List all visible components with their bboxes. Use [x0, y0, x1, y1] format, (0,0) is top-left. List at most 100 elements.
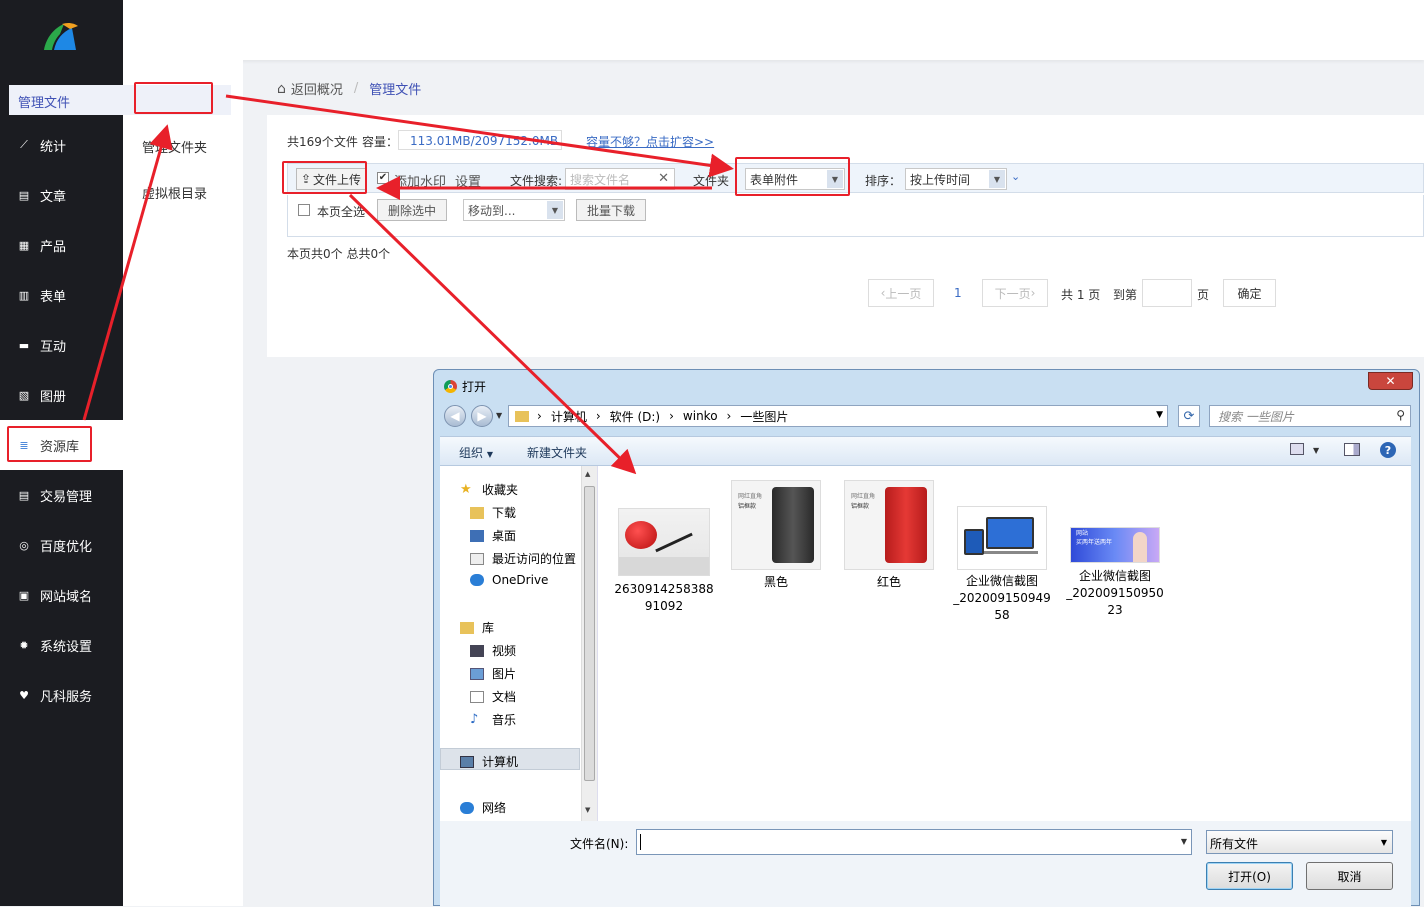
back-arrow-icon[interactable]: ◀ — [444, 405, 466, 427]
file-search-input[interactable]: 搜索文件名 ✕ — [565, 168, 675, 190]
refresh-icon[interactable]: ⟳ — [1178, 405, 1200, 427]
sidebar-item-trade[interactable]: ▤ 交易管理 — [0, 477, 123, 513]
path-segment[interactable]: 一些图片 — [740, 408, 788, 425]
preview-pane-icon[interactable] — [1344, 443, 1360, 456]
address-dropdown-icon[interactable]: ▼ — [1156, 410, 1163, 420]
help-icon[interactable]: ? — [1380, 442, 1396, 458]
subnav-manage-folders[interactable]: 管理文件夹 — [142, 137, 207, 156]
tree-scrollbar[interactable]: ▲ ▼ — [581, 466, 597, 821]
subnav-virtual-root[interactable]: 虚拟根目录 — [142, 183, 207, 202]
computer-icon — [460, 755, 474, 768]
navigation-tree: ★ 收藏夹 下载 桌面 最近访问的位置 OneDrive 库 视频 图片 文档 ♪… — [440, 466, 598, 821]
current-page[interactable]: 1 — [954, 286, 962, 300]
tree-downloads[interactable]: 下载 — [470, 504, 516, 521]
scroll-up-icon[interactable]: ▲ — [585, 470, 590, 478]
tree-documents[interactable]: 文档 — [470, 688, 516, 705]
tree-computer[interactable]: 计算机 — [460, 753, 518, 770]
sidebar-item-service[interactable]: ♥ 凡科服务 — [0, 677, 123, 713]
move-to-select[interactable]: 移动到... ▼ — [463, 199, 565, 221]
sidebar-item-forms[interactable]: ▥ 表单 — [0, 277, 123, 313]
sort-select[interactable]: 按上传时间 ▼ — [905, 168, 1007, 190]
file-item[interactable]: 2630914258388 91092 — [614, 508, 719, 615]
path-segment[interactable]: 计算机 — [551, 408, 587, 425]
sidebar-item-label: 网站域名 — [40, 589, 93, 605]
view-options-icon[interactable] — [1290, 443, 1304, 455]
watermark-checkbox[interactable]: ✔ — [377, 172, 389, 184]
video-icon — [470, 644, 484, 657]
sidebar-item-articles[interactable]: ▤ 文章 — [0, 177, 123, 213]
filetype-select[interactable]: 所有文件 ▼ — [1206, 830, 1393, 854]
tree-videos[interactable]: 视频 — [470, 642, 516, 659]
tree-music[interactable]: ♪ 音乐 — [470, 711, 516, 728]
goto-confirm-button[interactable]: 确定 — [1223, 279, 1276, 307]
history-dropdown-icon[interactable]: ▼ — [496, 411, 502, 420]
new-folder-button[interactable]: 新建文件夹 — [527, 444, 587, 461]
cancel-button[interactable]: 取消 — [1306, 862, 1393, 890]
tree-library[interactable]: 库 — [460, 619, 494, 636]
chevron-down-icon: ▼ — [989, 170, 1005, 188]
logo-icon[interactable] — [40, 20, 80, 54]
next-label: 下一页 — [994, 286, 1031, 301]
grid-icon: ▦ — [18, 238, 30, 252]
forward-arrow-icon[interactable]: ▶ — [471, 405, 493, 427]
scrollbar-thumb[interactable] — [584, 486, 595, 781]
next-page-button[interactable]: 下一页 › — [982, 279, 1048, 307]
sidebar-item-album[interactable]: ▧ 图册 — [0, 377, 123, 413]
goto-page-input[interactable] — [1142, 279, 1192, 307]
scroll-down-icon[interactable]: ▼ — [585, 806, 590, 814]
sidebar-item-stats[interactable]: ⟋ 统计 — [0, 127, 123, 163]
annotation-box — [7, 426, 92, 462]
page-stats: 本页共0个 总共0个 — [287, 247, 391, 261]
address-bar[interactable]: › 计算机 › 软件 (D:) › winko › 一些图片 ▼ — [508, 405, 1168, 427]
sort-direction-icon[interactable]: ⌄ — [1011, 170, 1020, 183]
sort-value: 按上传时间 — [910, 172, 971, 187]
path-segment[interactable]: winko — [683, 409, 718, 423]
file-item[interactable]: 网站 买两年送两年 企业微信截图 _202009150950 23 — [1066, 527, 1170, 619]
watermark-settings-link[interactable]: 设置 — [455, 171, 481, 190]
open-button[interactable]: 打开(O) — [1206, 862, 1293, 890]
sidebar-item-seo[interactable]: ◎ 百度优化 — [0, 527, 123, 563]
batch-download-button[interactable]: 批量下载 — [576, 199, 646, 221]
view-dropdown-icon[interactable]: ▼ — [1313, 446, 1319, 455]
organize-menu[interactable]: 组织 ▼ — [459, 444, 493, 461]
sidebar-item-interaction[interactable]: ▬ 互动 — [0, 327, 123, 363]
library-icon — [460, 621, 474, 634]
clear-icon[interactable]: ✕ — [658, 171, 669, 186]
sidebar-item-products[interactable]: ▦ 产品 — [0, 227, 123, 263]
filetype-value: 所有文件 — [1210, 837, 1259, 851]
tree-recent[interactable]: 最近访问的位置 — [470, 550, 576, 567]
recent-places-icon — [470, 552, 484, 565]
dialog-search-placeholder: 搜索 一些图片 — [1218, 409, 1294, 424]
sidebar-item-domain[interactable]: ▣ 网站域名 — [0, 577, 123, 613]
file-item[interactable]: 网红直角 铝框款 黑色 — [731, 480, 831, 591]
tree-favorites[interactable]: ★ 收藏夹 — [460, 481, 518, 498]
sidebar-item-label: 互动 — [40, 339, 67, 355]
select-all-checkbox[interactable] — [298, 204, 310, 216]
file-item[interactable]: 网红直角 铝框款 红色 — [844, 480, 944, 591]
prev-page-button[interactable]: ‹ 上一页 — [868, 279, 934, 307]
album-icon: ▧ — [18, 388, 30, 402]
breadcrumb-back-link[interactable]: 返回概况 — [291, 79, 343, 98]
search-icon[interactable]: ⚲ — [1396, 408, 1405, 422]
top-header — [123, 0, 1424, 60]
download-folder-icon — [470, 506, 484, 519]
tree-onedrive[interactable]: OneDrive — [470, 573, 548, 587]
delete-selected-button[interactable]: 删除选中 — [377, 199, 447, 221]
dialog-close-button[interactable]: ✕ — [1368, 372, 1413, 390]
sidebar-item-label: 百度优化 — [40, 539, 93, 555]
sidebar-item-settings[interactable]: ✹ 系统设置 — [0, 627, 123, 663]
file-item[interactable]: 企业微信截图 _202009150949 58 — [953, 506, 1057, 624]
dialog-search-input[interactable]: 搜索 一些图片 ⚲ — [1209, 405, 1411, 427]
filename-input[interactable]: ▼ — [636, 829, 1192, 855]
sidebar-item-label: 系统设置 — [40, 639, 93, 655]
tree-pictures[interactable]: 图片 — [470, 665, 516, 682]
path-segment[interactable]: 软件 (D:) — [610, 408, 660, 425]
filename-dropdown-icon[interactable]: ▼ — [1181, 837, 1187, 846]
home-icon[interactable]: ⌂ — [277, 81, 286, 97]
domain-icon: ▣ — [18, 588, 30, 602]
sidebar-item-label: 交易管理 — [40, 489, 93, 505]
tree-network[interactable]: 网络 — [460, 799, 506, 816]
tree-label: 收藏夹 — [482, 483, 519, 497]
tree-desktop[interactable]: 桌面 — [470, 527, 516, 544]
expand-capacity-link[interactable]: 容量不够？点击扩容>> — [586, 133, 714, 150]
